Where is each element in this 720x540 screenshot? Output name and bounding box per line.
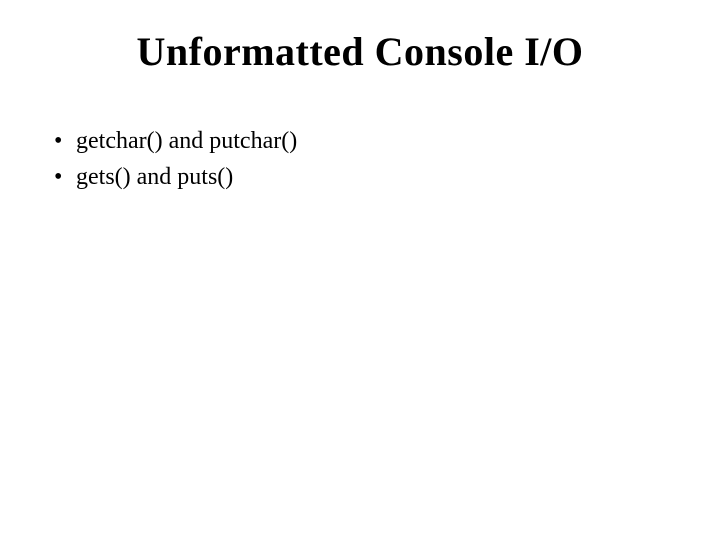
slide-title: Unformatted Console I/O: [30, 28, 690, 75]
list-item: getchar() and putchar(): [54, 123, 690, 159]
bullet-list: getchar() and putchar() gets() and puts(…: [30, 123, 690, 195]
list-item: gets() and puts(): [54, 159, 690, 195]
